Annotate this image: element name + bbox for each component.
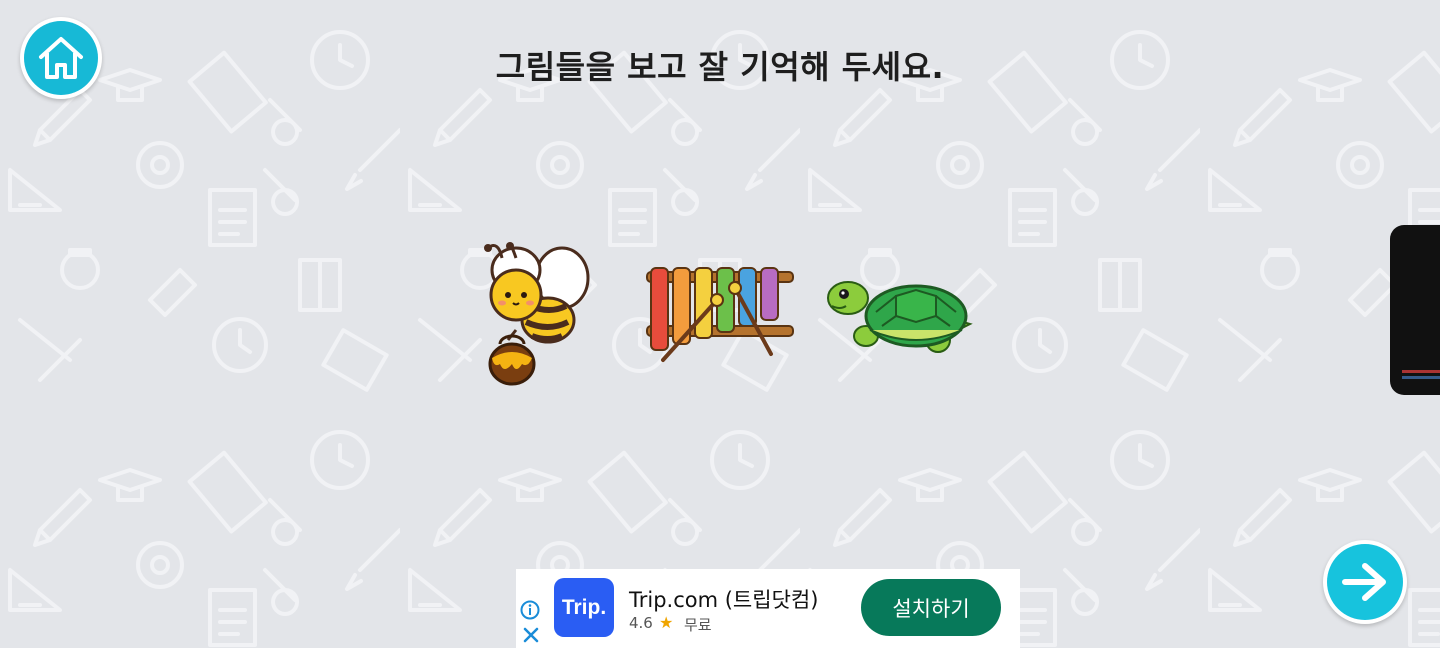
side-panel-stripe-red: [1402, 370, 1440, 373]
star-icon: ★: [659, 615, 674, 632]
ad-app-logo[interactable]: Trip.: [554, 578, 614, 637]
turtle-image: [827, 281, 973, 353]
next-button-fill: [1327, 544, 1403, 620]
arrow-right-icon: [1342, 563, 1386, 601]
ad-price: 무료: [684, 616, 712, 634]
bee-image: [484, 242, 590, 386]
ad-rating: 4.6: [629, 614, 653, 632]
ad-app-name[interactable]: Trip.com (트립닷컴): [629, 584, 818, 614]
install-button[interactable]: 설치하기: [861, 579, 1001, 636]
page-title: 그림들을 보고 잘 기억해 두세요.: [495, 48, 945, 86]
ad-banner[interactable]: Trip. Trip.com (트립닷컴) 4.6 ★ 무료 설치하기: [516, 569, 1020, 648]
close-icon[interactable]: [521, 625, 541, 645]
next-button[interactable]: [1323, 540, 1407, 624]
side-panel: [1390, 225, 1440, 395]
side-panel-stripe-blue: [1402, 376, 1440, 379]
info-icon[interactable]: [520, 600, 540, 620]
xylophone-image: [646, 267, 794, 362]
